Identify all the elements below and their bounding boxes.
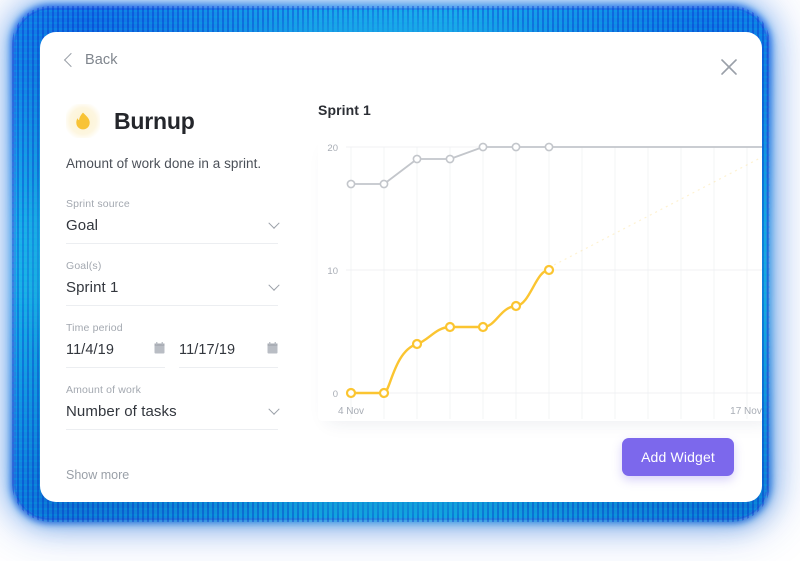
widget-description: Amount of work done in a sprint.: [66, 156, 262, 171]
close-icon: [721, 59, 737, 75]
burnup-chart: 20 10 0 4 Nov 17 Nov: [327, 142, 762, 419]
widget-title-row: Burnup: [66, 104, 278, 138]
chart-title: Sprint 1: [318, 102, 371, 118]
goals-value: Sprint 1: [66, 279, 119, 296]
field-sprint-source: Sprint source Goal: [66, 198, 280, 244]
x-tick-start: 4 Nov: [338, 406, 364, 417]
chart-gridlines: [350, 147, 748, 419]
amount-of-work-value: Number of tasks: [66, 403, 177, 420]
calendar-icon: [267, 341, 278, 359]
start-date-value: 11/4/19: [66, 342, 115, 358]
amount-of-work-select[interactable]: Number of tasks: [66, 403, 280, 430]
screenshot-root: Back Burnup Amount of work done in a spr…: [0, 0, 800, 561]
y-tick-20: 20: [327, 143, 338, 154]
back-button-label: Back: [85, 52, 118, 68]
y-tick-10: 10: [327, 266, 338, 277]
field-time-period-label: Time period: [66, 322, 123, 334]
series-total-scope: [346, 142, 762, 189]
settings-panel: Burnup Amount of work done in a sprint. …: [66, 104, 280, 484]
chart-preview-panel: Sprint 1 20 10 0 4 Nov 17 Nov: [318, 102, 762, 452]
sprint-source-value: Goal: [66, 217, 99, 234]
field-time-period: Time period 11/4/19 11/17/19: [66, 322, 278, 368]
end-date-value: 11/17/19: [179, 342, 236, 358]
end-date-input[interactable]: 11/17/19: [179, 341, 278, 368]
chevron-left-icon: [63, 52, 79, 68]
chevron-down-icon: [268, 279, 280, 291]
x-tick-end: 17 Nov: [730, 406, 762, 417]
back-button[interactable]: Back: [63, 52, 118, 68]
calendar-icon: [154, 341, 165, 359]
close-button[interactable]: [718, 56, 740, 78]
page-title: Burnup: [114, 107, 195, 134]
show-more-link[interactable]: Show more: [66, 468, 129, 482]
field-amount-of-work: Amount of work Number of tasks: [66, 384, 280, 430]
field-goals: Goal(s) Sprint 1: [66, 260, 280, 306]
chart-container: 20 10 0 4 Nov 17 Nov: [318, 131, 762, 421]
field-sprint-source-label: Sprint source: [66, 198, 130, 210]
y-tick-0: 0: [333, 389, 338, 400]
goals-select[interactable]: Sprint 1: [66, 279, 280, 306]
field-goals-label: Goal(s): [66, 260, 102, 272]
flame-icon: [66, 104, 100, 138]
add-widget-button[interactable]: Add Widget: [622, 438, 734, 476]
chart-projection-hint: [553, 156, 762, 266]
start-date-input[interactable]: 11/4/19: [66, 341, 165, 368]
field-amount-of-work-label: Amount of work: [66, 384, 142, 396]
chevron-down-icon: [268, 403, 280, 415]
time-period-row: 11/4/19 11/17/19: [66, 341, 278, 368]
chevron-down-icon: [268, 217, 280, 229]
sprint-source-select[interactable]: Goal: [66, 217, 280, 244]
widget-settings-card: Back Burnup Amount of work done in a spr…: [40, 32, 762, 502]
